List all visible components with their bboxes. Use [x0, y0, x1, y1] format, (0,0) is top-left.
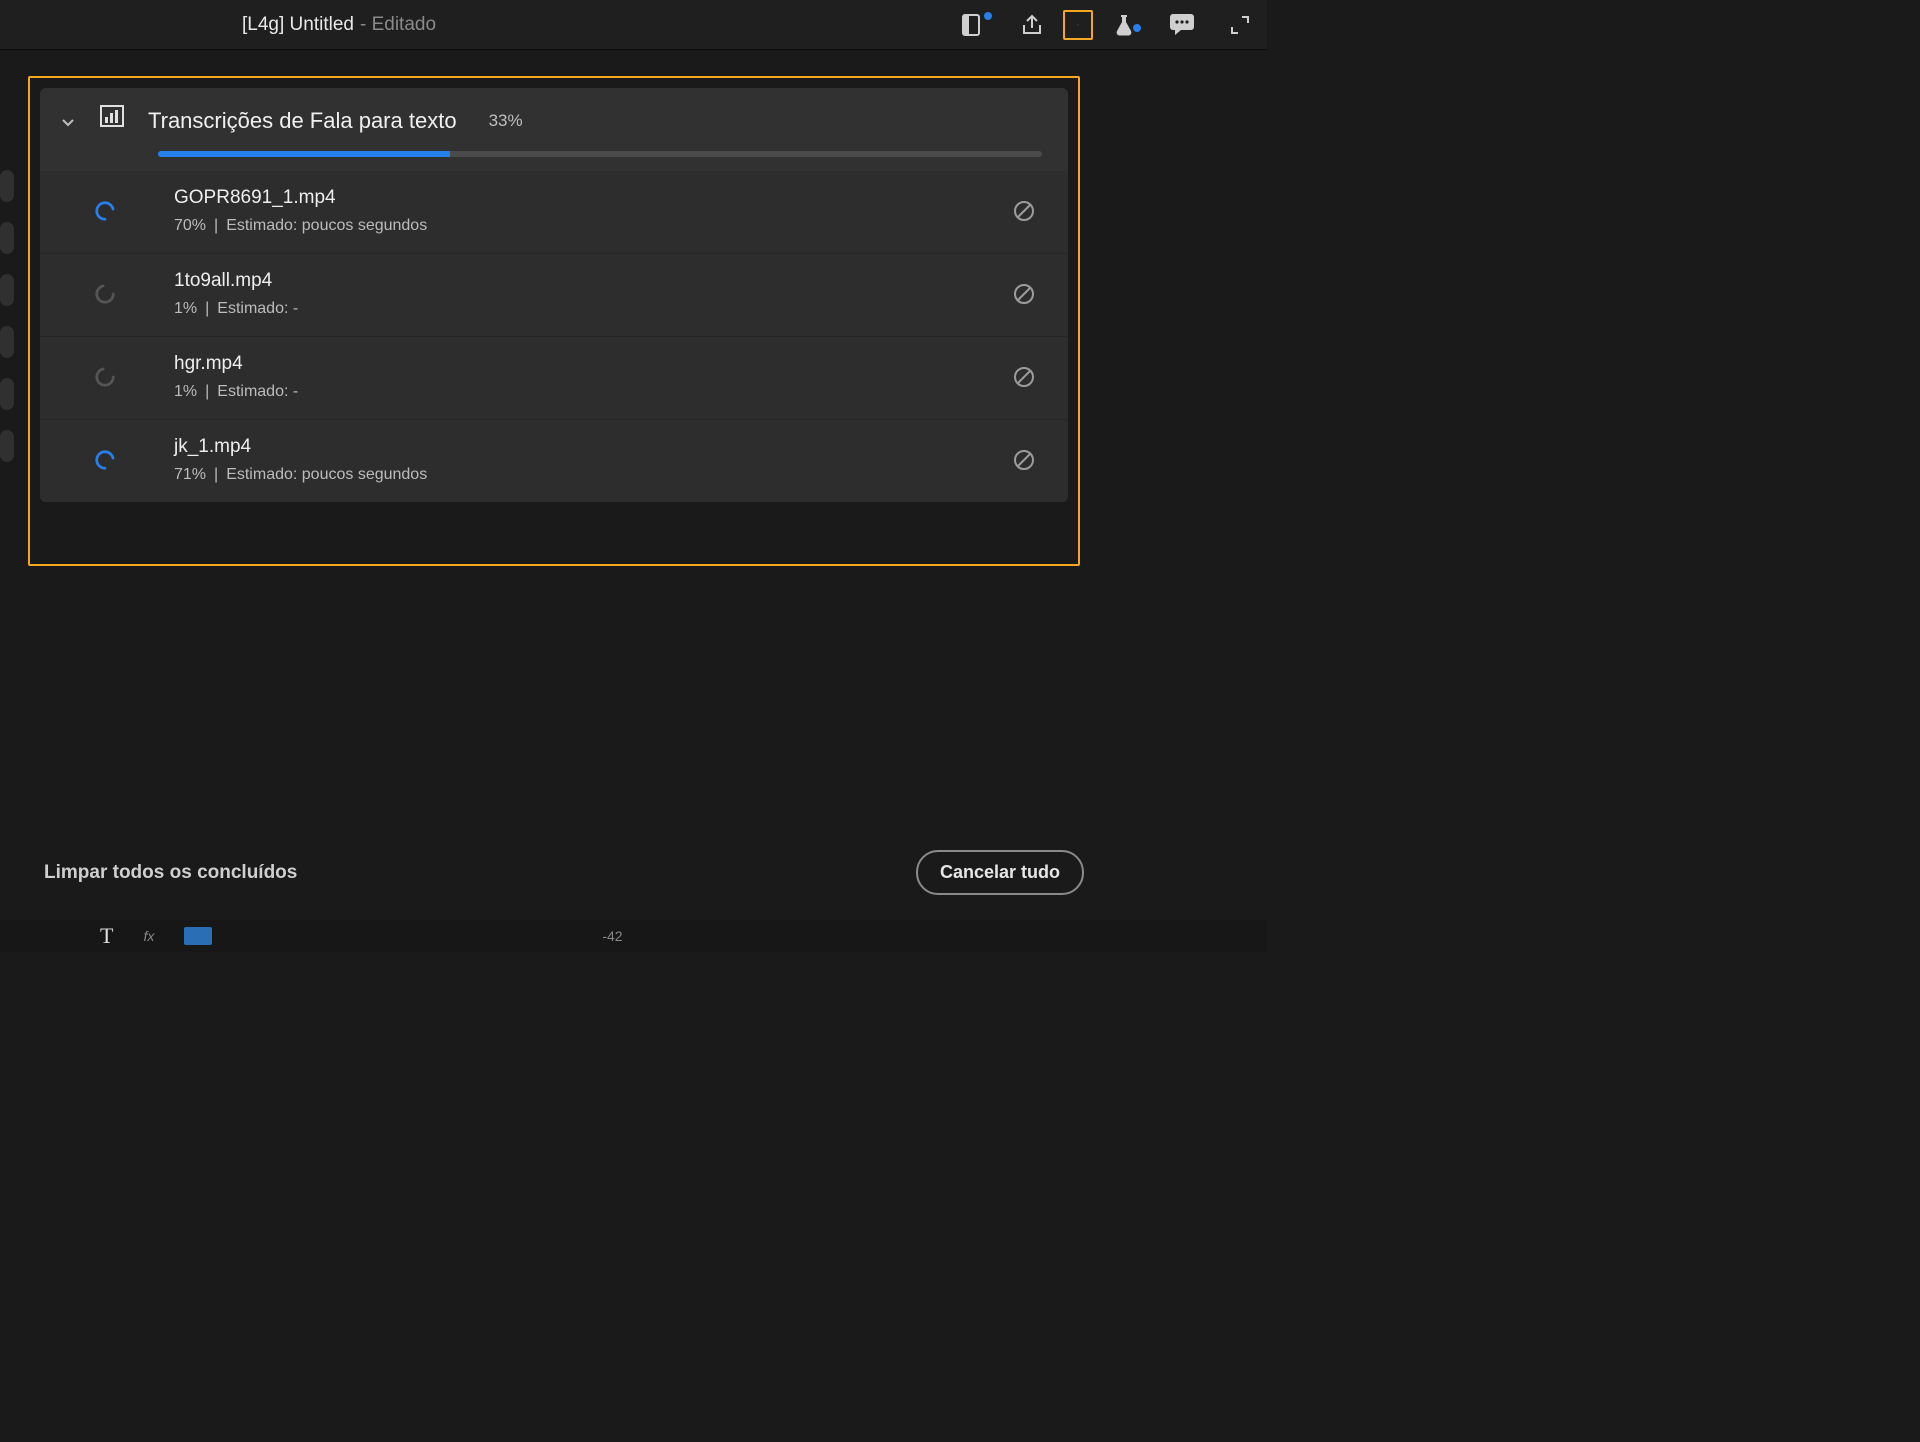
- progress-item: hgr.mp4 1% | Estimado: -: [40, 336, 1068, 419]
- progress-footer: Limpar todos os concluídos Cancelar tudo: [44, 850, 1084, 895]
- progress-group-bar-fill: [158, 151, 450, 157]
- separator: |: [205, 383, 209, 401]
- window-title: [L4g] Untitled - Editado: [12, 14, 959, 36]
- title-project: [L4g] Untitled: [242, 14, 354, 36]
- progress-item: GOPR8691_1.mp4 70% | Estimado: poucos se…: [40, 171, 1068, 253]
- type-tool-icon[interactable]: T: [100, 923, 113, 949]
- timeline-sliver: T fx -42: [0, 920, 1267, 952]
- spinner-icon: [60, 449, 150, 471]
- progress-item-percent: 71%: [174, 466, 206, 484]
- notification-dot-icon: [1133, 24, 1141, 32]
- separator: |: [205, 300, 209, 318]
- transcription-icon: [98, 103, 126, 134]
- separator: |: [214, 217, 218, 235]
- tool-pill[interactable]: [0, 170, 14, 202]
- cancel-item-button[interactable]: [1004, 449, 1044, 471]
- progress-item-status: 1% | Estimado: -: [174, 383, 980, 401]
- progress-item-filename: hgr.mp4: [174, 353, 980, 375]
- tool-pill[interactable]: [0, 274, 14, 306]
- progress-item-filename: 1to9all.mp4: [174, 270, 980, 292]
- share-icon[interactable]: [1017, 10, 1047, 40]
- progress-item: 1to9all.mp4 1% | Estimado: -: [40, 253, 1068, 336]
- progress-item-eta: Estimado: -: [217, 300, 298, 318]
- left-tool-strip: [0, 50, 20, 462]
- progress-item-status: 70% | Estimado: poucos segundos: [174, 217, 980, 235]
- progress-panel: Transcrições de Fala para texto 33% GOPR…: [40, 88, 1068, 502]
- clear-completed-link[interactable]: Limpar todos os concluídos: [44, 862, 297, 884]
- progress-item-percent: 1%: [174, 300, 197, 318]
- beaker-icon[interactable]: [1109, 10, 1139, 40]
- progress-item-eta: Estimado: -: [217, 383, 298, 401]
- cancel-item-button[interactable]: [1004, 283, 1044, 305]
- progress-group-percent: 33%: [489, 111, 523, 131]
- progress-item-status: 1% | Estimado: -: [174, 300, 980, 318]
- header-actions: [959, 10, 1255, 40]
- progress-item: jk_1.mp4 71% | Estimado: poucos segundos: [40, 419, 1068, 502]
- progress-item-filename: jk_1.mp4: [174, 436, 980, 458]
- spinner-icon: [60, 283, 150, 305]
- progress-group-header[interactable]: Transcrições de Fala para texto 33%: [40, 88, 1068, 145]
- progress-panel-highlight: Transcrições de Fala para texto 33% GOPR…: [28, 76, 1080, 566]
- separator: |: [214, 466, 218, 484]
- progress-circle-icon[interactable]: [1063, 10, 1093, 40]
- tool-pill[interactable]: [0, 430, 14, 462]
- tool-pill[interactable]: [0, 326, 14, 358]
- cancel-item-button[interactable]: [1004, 200, 1044, 222]
- track-chip[interactable]: [184, 927, 212, 945]
- progress-item-filename: GOPR8691_1.mp4: [174, 187, 980, 209]
- spinner-icon: [60, 366, 150, 388]
- fx-icon[interactable]: fx: [143, 928, 154, 944]
- progress-group-bar: [158, 151, 1042, 157]
- progress-group-title: Transcrições de Fala para texto: [148, 108, 457, 134]
- cancel-all-button[interactable]: Cancelar tudo: [916, 850, 1084, 895]
- tool-pill[interactable]: [0, 222, 14, 254]
- spinner-icon: [60, 200, 150, 222]
- progress-item-eta: Estimado: poucos segundos: [226, 466, 427, 484]
- tool-pill[interactable]: [0, 378, 14, 410]
- chevron-down-icon[interactable]: [60, 114, 76, 135]
- title-edited-suffix: - Editado: [360, 14, 436, 36]
- notification-dot-icon: [984, 12, 992, 20]
- timeline-marker: -42: [602, 928, 622, 944]
- app-header: [L4g] Untitled - Editado: [0, 0, 1267, 50]
- expand-icon[interactable]: [1225, 10, 1255, 40]
- comments-icon[interactable]: [1167, 10, 1197, 40]
- progress-items: GOPR8691_1.mp4 70% | Estimado: poucos se…: [40, 171, 1068, 502]
- progress-item-percent: 1%: [174, 383, 197, 401]
- progress-item-eta: Estimado: poucos segundos: [226, 217, 427, 235]
- workspaces-icon[interactable]: [959, 10, 989, 40]
- cancel-item-button[interactable]: [1004, 366, 1044, 388]
- progress-item-status: 71% | Estimado: poucos segundos: [174, 466, 980, 484]
- progress-item-percent: 70%: [174, 217, 206, 235]
